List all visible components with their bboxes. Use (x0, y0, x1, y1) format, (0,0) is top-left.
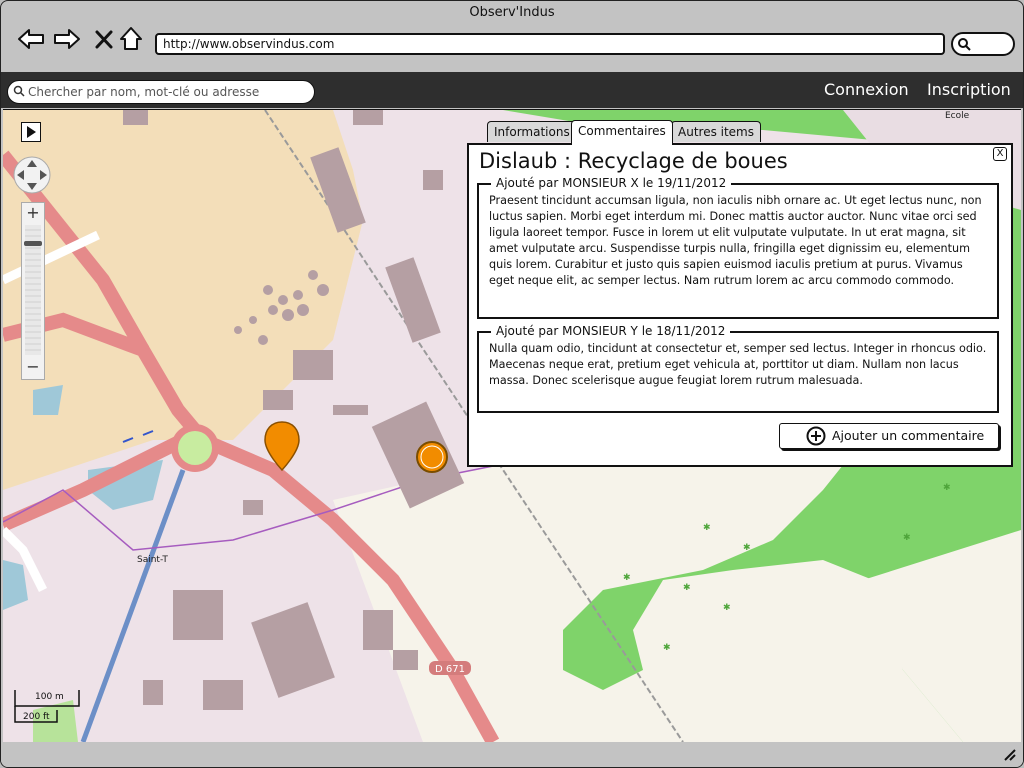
svg-text:✱: ✱ (723, 603, 731, 613)
url-bar[interactable]: http://www.observindus.com (155, 33, 945, 55)
svg-text:✱: ✱ (943, 483, 951, 493)
scale-metric: 100 m (35, 692, 64, 702)
zoom-control[interactable]: + − (21, 202, 45, 380)
comment-header: Ajouté par MONSIEUR Y le 18/11/2012 (491, 324, 731, 338)
comment-text: Nulla quam odio, tincidunt at consectetu… (489, 342, 987, 387)
add-circle-icon (806, 426, 826, 446)
browser-search-field[interactable] (951, 32, 1015, 56)
scale-imperial: 200 ft (23, 712, 50, 722)
comment-header: Ajouté par MONSIEUR X le 19/11/2012 (491, 176, 732, 190)
zoom-in-button[interactable]: + (22, 203, 44, 223)
add-comment-label: Ajouter un commentaire (832, 428, 985, 443)
play-icon[interactable] (21, 122, 41, 142)
map-search-input[interactable] (28, 83, 308, 101)
comment-card: Ajouté par MONSIEUR Y le 18/11/2012 Null… (477, 324, 999, 413)
map-search-field[interactable] (7, 80, 315, 104)
arrow-left-icon[interactable] (17, 25, 45, 53)
info-popup: Dislaub : Recyclage de boues X Ajouté pa… (467, 143, 1013, 467)
svg-text:✱: ✱ (663, 643, 671, 653)
map-pin-marker[interactable] (263, 420, 301, 476)
tab-informations[interactable]: Informations (487, 121, 577, 142)
popup-title: Dislaub : Recyclage de boues (479, 149, 788, 173)
poi-label: Ecole (945, 111, 970, 121)
window-title: Observ'Indus (469, 5, 555, 20)
search-icon (958, 38, 971, 51)
place-label: Saint-T (137, 555, 168, 565)
svg-text:✱: ✱ (703, 523, 711, 533)
svg-text:✱: ✱ (903, 533, 911, 543)
svg-text:✱: ✱ (623, 573, 631, 583)
resize-grip-icon[interactable] (1003, 748, 1017, 762)
login-link[interactable]: Connexion (824, 80, 909, 99)
add-comment-button[interactable]: Ajouter un commentaire (779, 423, 999, 449)
home-icon[interactable] (117, 25, 145, 53)
app-header: Connexion Inscription (1, 72, 1023, 108)
svg-text:✱: ✱ (683, 583, 691, 593)
close-popup-button[interactable]: X (993, 147, 1007, 161)
close-icon[interactable] (91, 25, 119, 53)
zoom-handle[interactable] (24, 241, 42, 246)
zoom-out-button[interactable]: − (22, 357, 44, 377)
svg-text:✱: ✱ (743, 543, 751, 553)
road-label-d671: D 671 (429, 661, 471, 675)
arrow-right-icon[interactable] (53, 25, 81, 53)
search-icon (13, 85, 25, 97)
tab-commentaires[interactable]: Commentaires (571, 120, 673, 145)
comment-card: Ajouté par MONSIEUR X le 19/11/2012 Prae… (477, 176, 999, 319)
circle-marker[interactable] (415, 440, 449, 478)
status-bar (1, 742, 1023, 767)
browser-window: Observ'Indus http://www.observindus.com … (0, 0, 1024, 768)
signup-link[interactable]: Inscription (927, 80, 1011, 99)
tab-autres-items[interactable]: Autres items (671, 121, 762, 142)
comment-text: Praesent tincidunt accumsan ligula, non … (489, 194, 982, 287)
pan-control[interactable] (11, 154, 53, 196)
svg-text:D 671: D 671 (435, 664, 465, 675)
scale-bar: 100 m 200 ft (13, 686, 83, 728)
